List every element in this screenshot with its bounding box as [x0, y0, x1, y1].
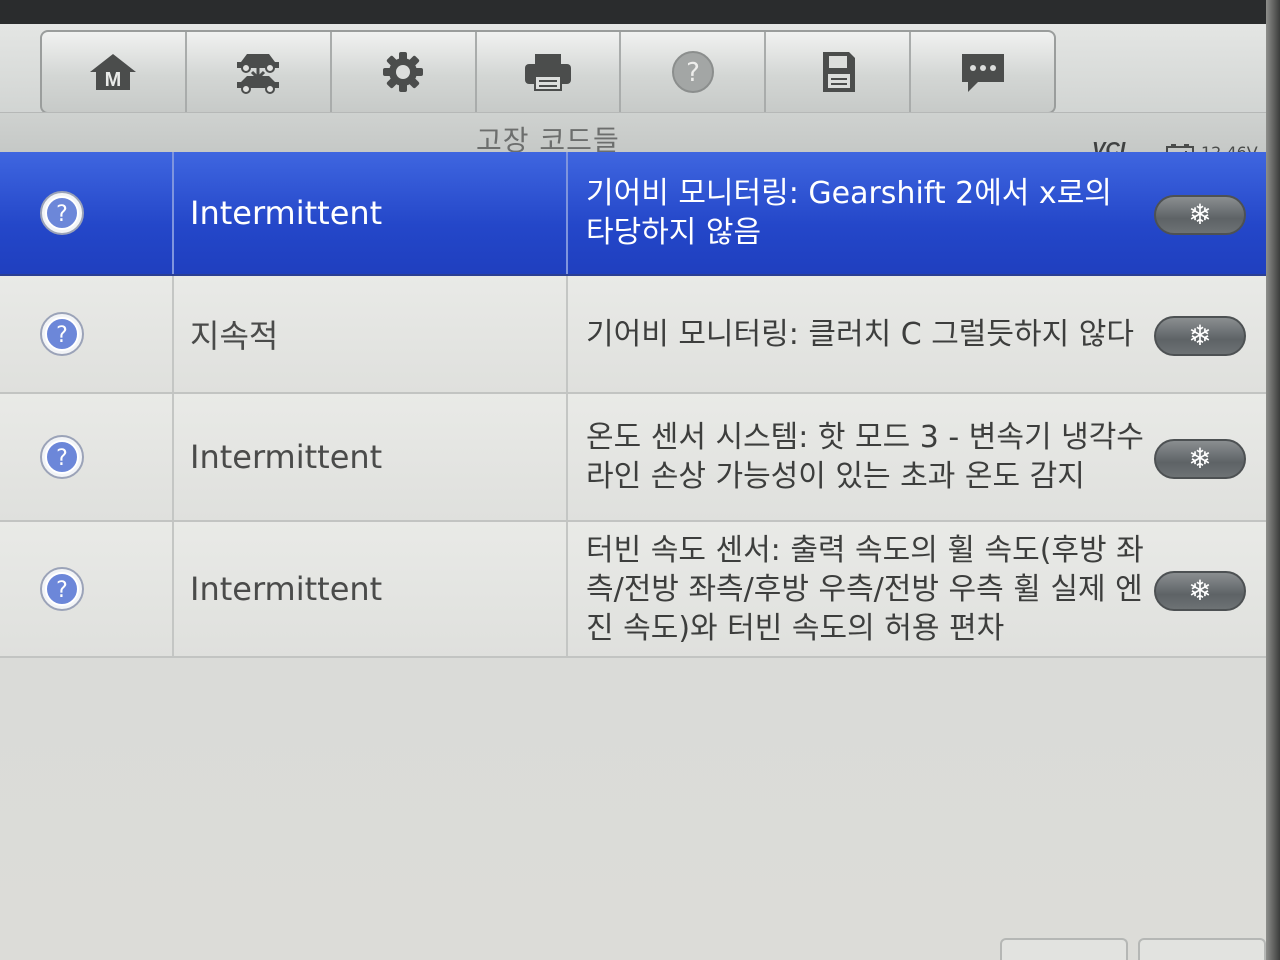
- vehicle-swap-button[interactable]: [187, 32, 332, 112]
- freeze-frame-button[interactable]: ❄: [1154, 571, 1246, 611]
- svg-text:?: ?: [56, 323, 68, 348]
- empty-list-area: [0, 660, 1266, 960]
- fault-status: Intermittent: [174, 522, 568, 656]
- screen-bezel: [0, 0, 1280, 24]
- gear-icon: [383, 52, 424, 92]
- bottom-button-bar: [1000, 938, 1266, 960]
- row-help-cell: ?: [0, 276, 174, 392]
- question-circle-icon[interactable]: ?: [38, 565, 86, 613]
- fault-description: 온도 센서 시스템: 핫 모드 3 - 변속기 냉각수 라인 손상 가능성이 있…: [586, 420, 1144, 494]
- question-circle-icon[interactable]: ?: [38, 189, 86, 237]
- message-icon: [961, 54, 1004, 92]
- snowflake-icon: ❄: [1188, 442, 1212, 475]
- print-button[interactable]: [477, 32, 622, 112]
- table-row[interactable]: ? 지속적 기어비 모니터링: 클러치 C 그럴듯하지 않다 ❄: [0, 276, 1266, 394]
- save-floppy-icon: [822, 52, 855, 92]
- bottom-button[interactable]: [1000, 938, 1128, 960]
- home-m-icon: M: [90, 54, 137, 91]
- vehicle-swap-icon: [237, 54, 280, 94]
- main-toolbar: M ?: [40, 30, 1056, 114]
- svg-text:?: ?: [56, 202, 68, 227]
- svg-text:?: ?: [56, 446, 68, 471]
- svg-text:?: ?: [56, 578, 68, 603]
- save-button[interactable]: [766, 32, 912, 112]
- snowflake-icon: ❄: [1188, 574, 1212, 607]
- fault-description: 기어비 모니터링: 클러치 C 그럴듯하지 않다: [586, 316, 1134, 352]
- fault-description: 기어비 모니터링: Gearshift 2에서 x로의 타당하지 않음: [586, 176, 1112, 250]
- freeze-frame-button[interactable]: ❄: [1154, 195, 1246, 235]
- fault-status: 지속적: [174, 276, 568, 392]
- fault-code-table: ? Intermittent 기어비 모니터링: Gearshift 2에서 x…: [0, 152, 1266, 658]
- title-bar: 고장 코드들 VCI 12.46V: [0, 112, 1266, 163]
- question-circle-icon[interactable]: ?: [38, 433, 86, 481]
- row-help-cell: ?: [0, 152, 174, 274]
- bottom-button[interactable]: [1138, 938, 1266, 960]
- snowflake-icon: ❄: [1188, 319, 1212, 352]
- home-button[interactable]: M: [42, 32, 187, 112]
- settings-button[interactable]: [332, 32, 477, 112]
- fault-status: Intermittent: [174, 394, 568, 520]
- message-button[interactable]: [911, 32, 1054, 112]
- help-icon: ?: [671, 51, 714, 93]
- snowflake-icon: ❄: [1188, 198, 1212, 231]
- table-row[interactable]: ? Intermittent 터빈 속도 센서: 출력 속도의 휠 속도(후방 …: [0, 522, 1266, 658]
- table-row[interactable]: ? Intermittent 기어비 모니터링: Gearshift 2에서 x…: [0, 152, 1266, 276]
- printer-icon: [525, 54, 571, 91]
- row-help-cell: ?: [0, 522, 174, 656]
- table-row[interactable]: ? Intermittent 온도 센서 시스템: 핫 모드 3 - 변속기 냉…: [0, 394, 1266, 522]
- svg-text:M: M: [105, 69, 122, 91]
- screen-bezel-right: [1266, 0, 1280, 960]
- question-circle-icon[interactable]: ?: [38, 310, 86, 358]
- help-button[interactable]: ?: [621, 32, 767, 112]
- svg-text:?: ?: [686, 58, 700, 88]
- fault-description: 터빈 속도 센서: 출력 속도의 휠 속도(후방 좌측/전방 좌측/후방 우측/…: [586, 532, 1144, 646]
- row-help-cell: ?: [0, 394, 174, 520]
- fault-status: Intermittent: [174, 152, 568, 274]
- freeze-frame-button[interactable]: ❄: [1154, 316, 1246, 356]
- freeze-frame-button[interactable]: ❄: [1154, 439, 1246, 479]
